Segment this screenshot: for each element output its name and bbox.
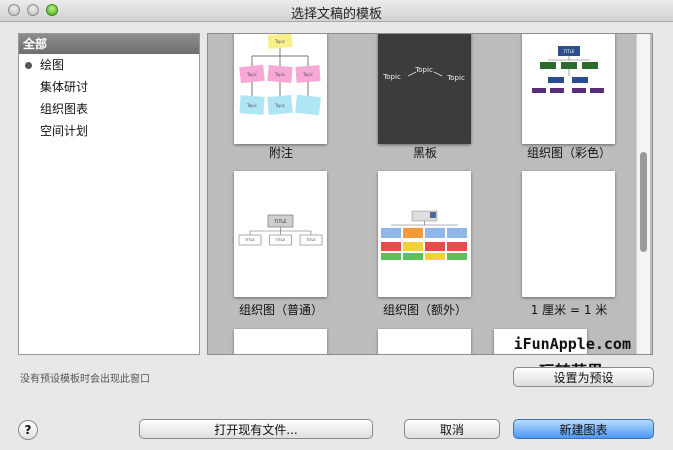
thumb-text: Topic: [274, 39, 285, 44]
thumb-text: TITLE: [305, 238, 315, 242]
thumb-text: TITLE: [244, 238, 254, 242]
template-caption-org-plain: 组织图（普通）: [238, 303, 323, 317]
category-sidebar: 全部 绘图 集体研讨 组织图表 空间计划: [18, 33, 200, 355]
sidebar-item-space-plan[interactable]: 空间计划: [19, 120, 199, 142]
sidebar-item-label: 绘图: [40, 58, 65, 72]
sidebar-item-org-chart[interactable]: 组织图表: [19, 98, 199, 120]
template-caption-chalkboard: 黑板: [412, 146, 437, 160]
thumb-text: Topic: [414, 66, 433, 74]
cancel-button[interactable]: 取消: [404, 419, 500, 439]
notes-preview-image: Topic Topic Topic Topic Topic Topic: [239, 34, 321, 116]
template-caption-org-extra: 组织图（额外）: [382, 303, 467, 317]
new-chart-button[interactable]: 新建图表: [513, 419, 654, 439]
thumb-text: TITLE: [273, 219, 286, 225]
chalkboard-preview-image: Topic Topic Topic: [378, 34, 471, 144]
thumb-text: TITLE: [563, 49, 575, 54]
open-existing-file-button[interactable]: 打开现有文件...: [139, 419, 373, 439]
hint-text: 没有预设模板时会出现此窗口: [20, 374, 150, 385]
sidebar-item-label: 空间计划: [40, 124, 89, 138]
sidebar-item-label: 集体研讨: [40, 80, 89, 94]
template-thumbnail-org-extra[interactable]: [378, 171, 471, 297]
template-thumbnail-notes[interactable]: Topic Topic Topic Topic Topic Topic: [234, 34, 327, 144]
template-thumbnail-partial[interactable]: [378, 329, 471, 354]
thumb-text: Topic: [274, 103, 285, 108]
org-chart-color-preview-image: TITLE: [532, 46, 604, 93]
window-title: 选择文稿的模板: [290, 7, 382, 22]
thumb-text: Topic: [274, 72, 285, 77]
template-thumbnail-org-plain[interactable]: TITLE TITLE TITLE TITLE: [234, 171, 327, 297]
template-thumbnail-chalkboard[interactable]: Topic Topic Topic: [378, 34, 471, 144]
thumb-text: Topic: [382, 73, 401, 81]
thumb-text: TITLE: [275, 238, 285, 242]
template-gallery: Topic Topic Topic Topic Topic Topic 附注 T…: [207, 33, 653, 355]
sidebar-item-drawing[interactable]: 绘图: [19, 54, 199, 76]
thumb-text: Topic: [246, 103, 257, 108]
sidebar-item-all[interactable]: 全部: [19, 34, 199, 54]
thumb-text: Topic: [302, 72, 313, 77]
scroll-thumb[interactable]: [640, 152, 647, 252]
org-chart-extra-preview-image: [381, 210, 467, 260]
template-caption-notes: 附注: [268, 146, 293, 160]
template-caption-org-color: 组织图（彩色）: [526, 146, 611, 160]
gallery-scrollbar[interactable]: [636, 34, 650, 354]
watermark-text: iFunApple.com: [513, 335, 631, 353]
title-bar: 选择文稿的模板: [0, 0, 673, 22]
template-thumbnail-partial[interactable]: [234, 329, 327, 354]
template-thumbnail-scale[interactable]: [522, 171, 615, 297]
help-button[interactable]: ?: [18, 420, 38, 440]
sidebar-item-label: 组织图表: [40, 102, 89, 116]
thumb-text: Topic: [246, 72, 257, 77]
sidebar-item-brainstorm[interactable]: 集体研讨: [19, 76, 199, 98]
set-default-button[interactable]: 设置为预设: [513, 367, 654, 387]
thumb-text: Topic: [446, 74, 465, 82]
template-thumbnail-org-color[interactable]: TITLE: [522, 34, 615, 144]
org-chart-plain-preview-image: TITLE TITLE TITLE TITLE: [238, 214, 323, 246]
selected-indicator-icon: [25, 62, 32, 69]
template-caption-scale: 1 厘米 = 1 米: [530, 303, 608, 317]
